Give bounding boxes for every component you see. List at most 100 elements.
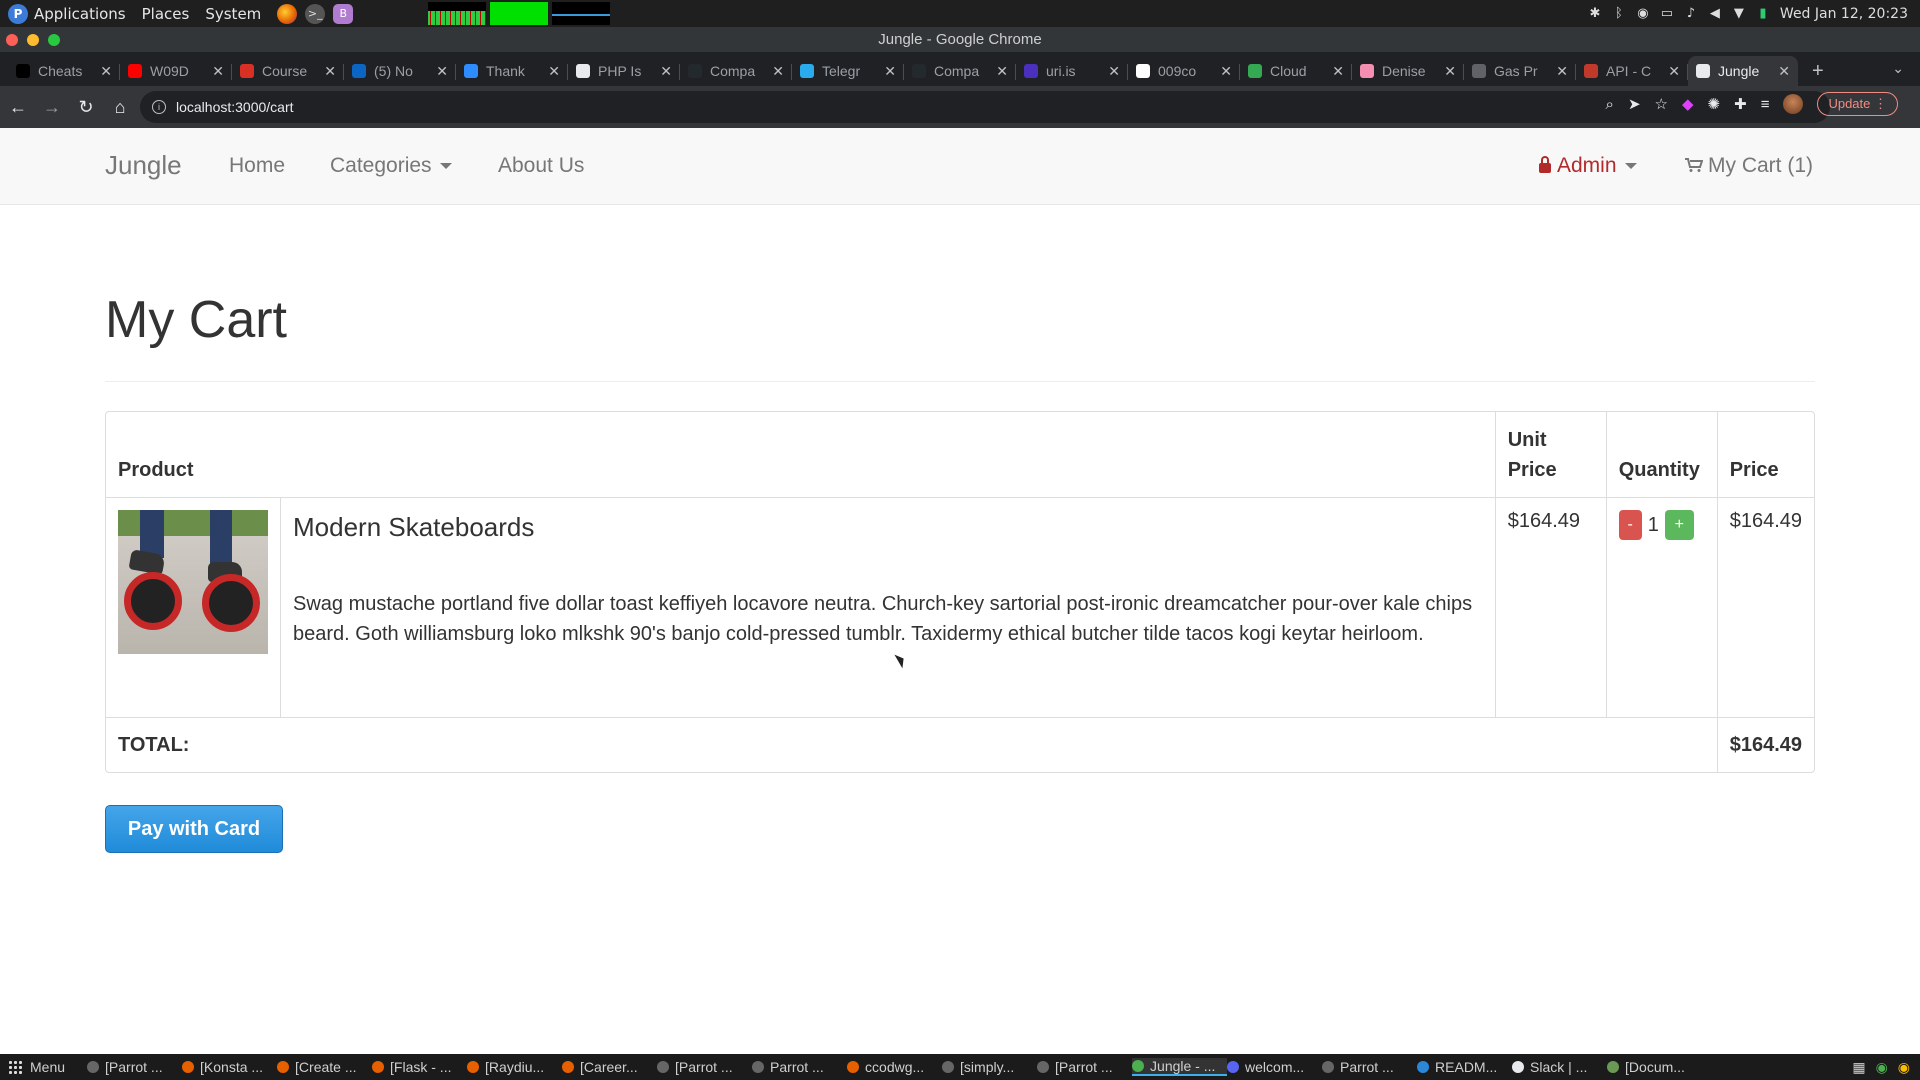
tab-close-icon[interactable]: ✕ (436, 63, 448, 80)
microphone-icon[interactable]: ♪ (1684, 6, 1698, 21)
taskbar-window-3[interactable]: [Flask - ... (372, 1059, 467, 1075)
browser-tab-14[interactable]: API - C ✕ (1576, 56, 1688, 86)
wifi-icon[interactable]: ▼ (1732, 6, 1746, 21)
forward-arrow-icon[interactable]: → (36, 91, 68, 123)
display-icon[interactable]: ▭ (1660, 6, 1674, 21)
browser-tab-3[interactable]: (5) No ✕ (344, 56, 456, 86)
taskbar-window-10[interactable]: [Parrot ... (1037, 1059, 1132, 1075)
tab-close-icon[interactable]: ✕ (212, 63, 224, 80)
tab-close-icon[interactable]: ✕ (100, 63, 112, 80)
color-extension-icon[interactable]: ◆ (1682, 95, 1694, 113)
tab-close-icon[interactable]: ✕ (1778, 63, 1790, 80)
browser-tab-10[interactable]: 009co ✕ (1128, 56, 1240, 86)
taskbar-window-5[interactable]: [Career... (562, 1059, 657, 1075)
maximize-window-button[interactable] (48, 34, 60, 46)
taskbar-window-1[interactable]: [Konsta ... (182, 1059, 277, 1075)
increase-quantity-button[interactable]: + (1664, 510, 1694, 540)
browser-tab-1[interactable]: W09D ✕ (120, 56, 232, 86)
os-menu-applications[interactable]: Applications (34, 5, 126, 23)
nav-cart-link[interactable]: My Cart (1) (1685, 154, 1813, 178)
nav-about-link[interactable]: About Us (498, 154, 584, 178)
decrease-quantity-button[interactable]: - (1618, 510, 1642, 540)
taskbar-window-9[interactable]: [simply... (942, 1059, 1037, 1075)
taskbar-window-15[interactable]: Slack | ... (1512, 1059, 1607, 1075)
tab-close-icon[interactable]: ✕ (772, 63, 784, 80)
taskbar-window-2[interactable]: [Create ... (277, 1059, 372, 1075)
browser-tab-12[interactable]: Denise ✕ (1352, 56, 1464, 86)
browser-tab-8[interactable]: Compa ✕ (904, 56, 1016, 86)
extension-gear-icon[interactable]: ✺ (1708, 95, 1721, 113)
start-menu-button[interactable]: Menu (0, 1059, 73, 1075)
tab-close-icon[interactable]: ✕ (1332, 63, 1344, 80)
extensions-puzzle-icon[interactable]: ✚ (1734, 95, 1747, 113)
taskbar-window-4[interactable]: [Raydiu... (467, 1059, 562, 1075)
update-button[interactable]: Update ⋮ (1817, 92, 1898, 116)
tab-close-icon[interactable]: ✕ (660, 63, 672, 80)
taskbar-window-0[interactable]: [Parrot ... (87, 1059, 182, 1075)
browser-tab-9[interactable]: uri.is ✕ (1016, 56, 1128, 86)
taskbar-window-14[interactable]: READM... (1417, 1059, 1512, 1075)
tab-close-icon[interactable]: ✕ (996, 63, 1008, 80)
taskbar-window-13[interactable]: Parrot ... (1322, 1059, 1417, 1075)
nav-home-link[interactable]: Home (229, 154, 285, 178)
minimize-window-button[interactable] (27, 34, 39, 46)
os-menu-places[interactable]: Places (142, 5, 190, 23)
zoom-icon[interactable]: ⌕ (1606, 96, 1614, 113)
pay-with-card-button[interactable]: Pay with Card (105, 805, 283, 853)
nav-categories-dropdown[interactable]: Categories (330, 154, 452, 178)
terminal-launcher-icon[interactable]: >_ (305, 3, 326, 24)
taskbar-window-16[interactable]: [Docum... (1607, 1059, 1702, 1075)
workspace-icon[interactable]: ▦ (1852, 1059, 1865, 1076)
nav-admin-dropdown[interactable]: Admin (1539, 154, 1637, 178)
clock[interactable]: Wed Jan 12, 20:23 (1780, 6, 1908, 22)
taskbar-window-7[interactable]: Parrot ... (752, 1059, 847, 1075)
reload-icon[interactable]: ↻ (70, 91, 102, 123)
battery-icon[interactable]: ▮ (1756, 6, 1770, 21)
product-image[interactable] (118, 510, 268, 654)
brand-link[interactable]: Jungle (105, 150, 182, 181)
browser-tab-5[interactable]: PHP Is ✕ (568, 56, 680, 86)
url-text[interactable]: localhost:3000/cart (176, 99, 294, 115)
tab-close-icon[interactable]: ✕ (1444, 63, 1456, 80)
browser-tab-15[interactable]: Jungle ✕ (1688, 56, 1798, 86)
slack-tray-icon[interactable]: ✱ (1588, 6, 1602, 21)
tab-close-icon[interactable]: ✕ (324, 63, 336, 80)
browser-tab-4[interactable]: Thank ✕ (456, 56, 568, 86)
browser-tab-0[interactable]: Cheats ✕ (8, 56, 120, 86)
volume-icon[interactable]: ◀ (1708, 6, 1722, 21)
profile-avatar[interactable] (1783, 94, 1804, 114)
chrome-tray-icon-2[interactable]: ◉ (1898, 1059, 1910, 1076)
os-menu-system[interactable]: System (205, 5, 261, 23)
discord-tray-icon[interactable]: ◉ (1636, 6, 1650, 21)
taskbar-window-6[interactable]: [Parrot ... (657, 1059, 752, 1075)
chrome-tray-icon[interactable]: ◉ (1876, 1059, 1888, 1076)
bookmark-star-icon[interactable]: ☆ (1655, 95, 1668, 113)
new-tab-button[interactable]: + (1812, 56, 1824, 86)
tab-close-icon[interactable]: ✕ (1220, 63, 1232, 80)
tab-close-icon[interactable]: ✕ (1556, 63, 1568, 80)
browser-tab-7[interactable]: Telegr ✕ (792, 56, 904, 86)
firefox-launcher-icon[interactable] (277, 3, 298, 24)
tab-close-icon[interactable]: ✕ (1668, 63, 1680, 80)
site-info-icon[interactable]: i (152, 100, 166, 114)
tab-search-icon[interactable]: ⌄ (1892, 60, 1904, 77)
taskbar-window-11[interactable]: Jungle - ... (1132, 1058, 1228, 1076)
home-icon[interactable]: ⌂ (104, 91, 136, 123)
taskbar-window-8[interactable]: ccodwg... (847, 1059, 942, 1075)
app-launcher-icon[interactable]: B (333, 3, 354, 24)
tab-close-icon[interactable]: ✕ (884, 63, 896, 80)
back-arrow-icon[interactable]: ← (2, 91, 34, 123)
parrot-logo-icon[interactable]: P (8, 3, 28, 24)
tab-close-icon[interactable]: ✕ (1108, 63, 1120, 80)
close-window-button[interactable] (6, 34, 18, 46)
browser-tab-6[interactable]: Compa ✕ (680, 56, 792, 86)
send-icon[interactable]: ➤ (1628, 95, 1641, 113)
browser-tab-2[interactable]: Course ✕ (232, 56, 344, 86)
browser-tab-11[interactable]: Cloud ✕ (1240, 56, 1352, 86)
reading-list-icon[interactable]: ≡ (1761, 96, 1770, 113)
tab-close-icon[interactable]: ✕ (548, 63, 560, 80)
bluetooth-icon[interactable]: ᛒ (1612, 6, 1626, 21)
browser-tab-13[interactable]: Gas Pr ✕ (1464, 56, 1576, 86)
address-bar[interactable]: i localhost:3000/cart (140, 91, 1830, 123)
taskbar-window-12[interactable]: welcom... (1227, 1059, 1322, 1075)
